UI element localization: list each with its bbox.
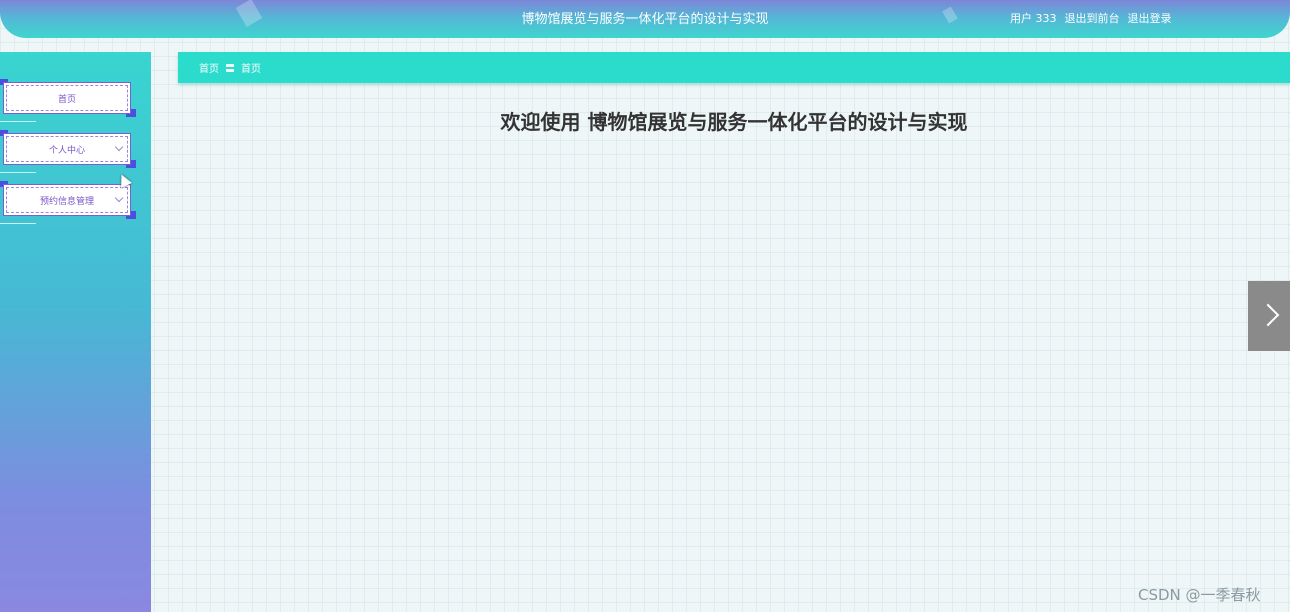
breadcrumb: 首页 〓 首页 (178, 52, 1290, 83)
menu-frame: 个人中心 (3, 133, 131, 165)
sidebar-item-reservation-management[interactable]: 预约信息管理 (0, 181, 136, 224)
sidebar-item-label[interactable]: 预约信息管理 (6, 187, 128, 213)
breadcrumb-item-home[interactable]: 首页 (199, 60, 219, 75)
logout-link[interactable]: 退出登录 (1128, 10, 1172, 26)
sidebar-item-label[interactable]: 个人中心 (6, 136, 128, 162)
menu-underline (0, 172, 36, 173)
header-user-area: 用户 333 退出到前台 退出登录 (1010, 10, 1172, 26)
breadcrumb-item-current: 首页 (241, 64, 261, 75)
menu-frame: 预约信息管理 (3, 184, 131, 216)
sidebar-item-label[interactable]: 首页 (6, 85, 128, 111)
chevron-right-icon (1256, 303, 1280, 327)
user-label: 用户 333 (1010, 12, 1057, 25)
menu-underline (0, 121, 36, 122)
sidebar: 首页 个人中心 预约信息管理 (0, 52, 151, 612)
menu-frame: 首页 (3, 82, 131, 114)
watermark: CSDN @一季春秋 (1138, 586, 1261, 604)
breadcrumb-separator: 〓 (225, 64, 235, 75)
back-to-frontend-link[interactable]: 退出到前台 (1065, 10, 1120, 26)
sidebar-item-home[interactable]: 首页 (0, 79, 136, 122)
sidebar-item-personal-center[interactable]: 个人中心 (0, 130, 136, 173)
next-button[interactable] (1248, 281, 1290, 351)
top-header: 博物馆展览与服务一体化平台的设计与实现 用户 333 退出到前台 退出登录 (0, 0, 1290, 38)
menu-underline (0, 223, 36, 224)
welcome-heading: 欢迎使用 博物馆展览与服务一体化平台的设计与实现 (500, 110, 968, 134)
